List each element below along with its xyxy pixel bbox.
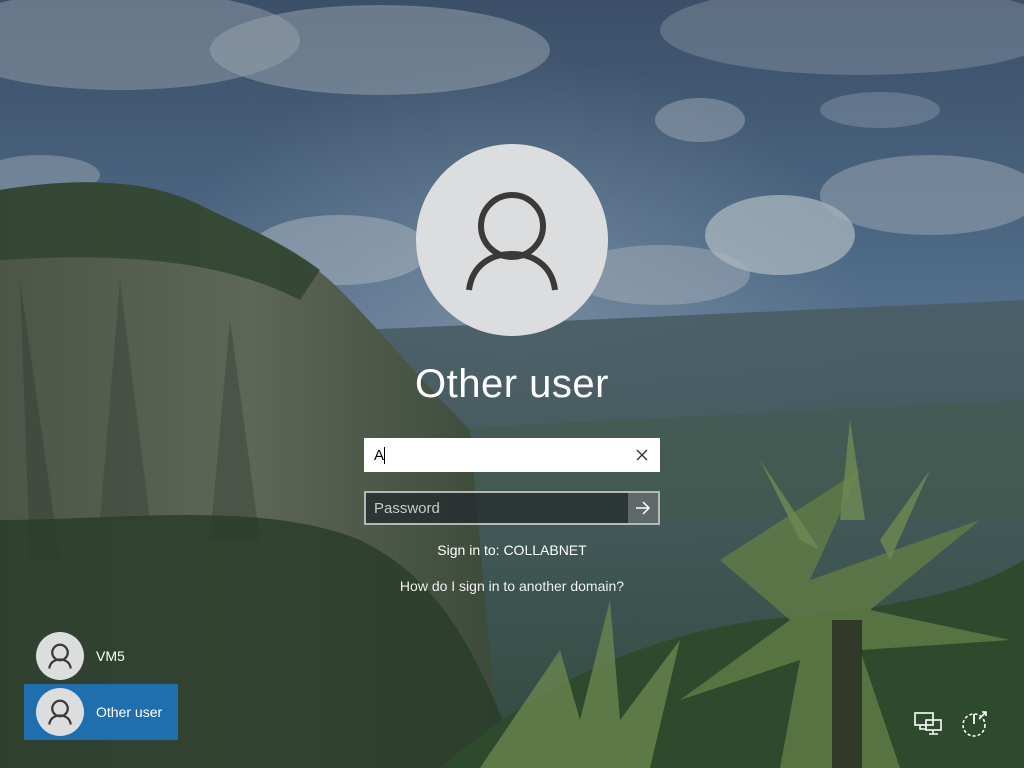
username-title: Other user (415, 362, 609, 406)
user-tile-name: Other user (96, 704, 163, 720)
person-silhouette-icon (466, 192, 558, 291)
username-input[interactable] (366, 440, 624, 470)
person-silhouette-icon (48, 699, 72, 725)
user-tile-avatar (36, 632, 84, 680)
user-tile-other-user[interactable]: Other user (24, 684, 178, 740)
user-tile-name: VM5 (96, 648, 125, 664)
password-field[interactable] (364, 491, 660, 525)
other-domain-link[interactable]: How do I sign in to another domain? (312, 578, 712, 594)
clear-username-button[interactable] (628, 440, 656, 470)
close-icon (636, 449, 648, 461)
user-tile-vm5[interactable]: VM5 (24, 628, 178, 684)
text-caret (384, 447, 385, 464)
person-silhouette-icon (48, 643, 72, 669)
power-icon (962, 711, 987, 737)
user-tile-avatar (36, 688, 84, 736)
network-button[interactable] (908, 704, 948, 744)
submit-arrow-button[interactable] (628, 493, 658, 523)
password-input[interactable] (366, 493, 628, 523)
power-button[interactable] (954, 704, 994, 744)
sign-in-domain-label: Sign in to: COLLABNET (437, 542, 587, 558)
arrow-right-icon (636, 501, 651, 515)
username-field[interactable] (364, 438, 660, 472)
network-icon (914, 712, 942, 735)
user-avatar (416, 144, 608, 336)
